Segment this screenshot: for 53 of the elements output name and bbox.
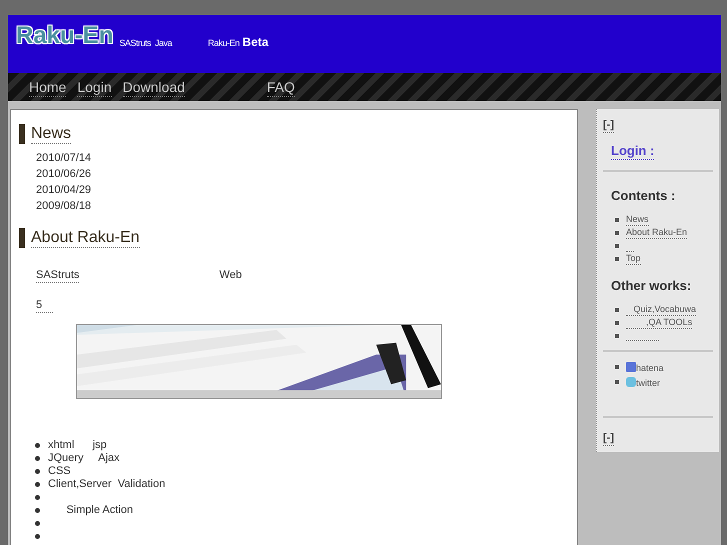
bullet-icon — [615, 218, 619, 222]
feature-item: JQuery Ajax — [48, 452, 120, 464]
contents-link[interactable]: News — [626, 214, 649, 226]
bullet-icon — [615, 244, 619, 248]
sastruts-link[interactable]: SAStruts — [36, 268, 80, 283]
news-date: 2010/06/26 — [36, 167, 92, 182]
bullet-icon — [35, 442, 40, 448]
social-link[interactable]: hatena — [636, 362, 664, 374]
feature-item: CSS — [48, 464, 71, 478]
hatena-icon — [626, 362, 636, 372]
bullet-icon — [35, 456, 40, 460]
nav-link[interactable]: Download — [122, 78, 185, 96]
intro-text: Web — [219, 268, 242, 283]
nav-link[interactable]: FAQ — [266, 78, 295, 96]
news-date: 2010/04/29 — [36, 183, 92, 198]
bullet-icon — [615, 320, 619, 324]
bullet-icon — [35, 508, 40, 512]
bullet-icon — [615, 231, 619, 235]
collapse-toggle[interactable]: [-] — [603, 432, 614, 446]
heading-marker — [19, 228, 25, 248]
feature-item: Client,Server Validation — [48, 478, 166, 490]
other-works-heading: Other works: — [611, 276, 692, 294]
feature-item: xhtml jsp — [48, 438, 107, 452]
bullet-icon — [35, 482, 40, 486]
section-heading: News — [31, 124, 72, 144]
bullet-icon — [615, 380, 619, 384]
section-heading: About Raku-En — [31, 228, 140, 248]
work-link[interactable]: Quiz,Vocabuwa — [626, 304, 696, 316]
nav-link[interactable]: Home — [29, 78, 66, 96]
collapse-toggle[interactable]: [-] — [603, 119, 614, 133]
count-link[interactable]: 5 — [36, 298, 53, 313]
bullet-icon — [35, 520, 40, 526]
bullet-icon — [615, 308, 619, 312]
bullet-icon — [35, 468, 40, 474]
heading-marker — [19, 124, 25, 144]
social-link[interactable]: twitter — [636, 378, 660, 388]
contents-link[interactable]: Top — [626, 253, 641, 265]
bullet-icon — [35, 494, 40, 500]
nav-link[interactable]: Login — [77, 78, 112, 96]
contents-link[interactable]: About Raku-En — [626, 227, 688, 239]
work-link[interactable]: ,QA TOOLs — [626, 316, 692, 328]
login-link[interactable]: Login : — [611, 143, 654, 160]
news-date: 2009/08/18 — [36, 199, 92, 214]
bullet-icon — [615, 364, 619, 368]
bullet-icon — [615, 257, 619, 261]
tagline: SAStruts Java — [119, 37, 172, 50]
beta-label: Beta — [242, 34, 268, 51]
news-date: 2010/07/14 — [36, 151, 92, 166]
feature-item: Simple Action — [65, 504, 133, 516]
tagline: Raku-En — [208, 37, 240, 50]
contents-heading: Contents : — [611, 187, 676, 205]
bullet-icon — [35, 534, 40, 538]
bullet-icon — [615, 334, 619, 338]
